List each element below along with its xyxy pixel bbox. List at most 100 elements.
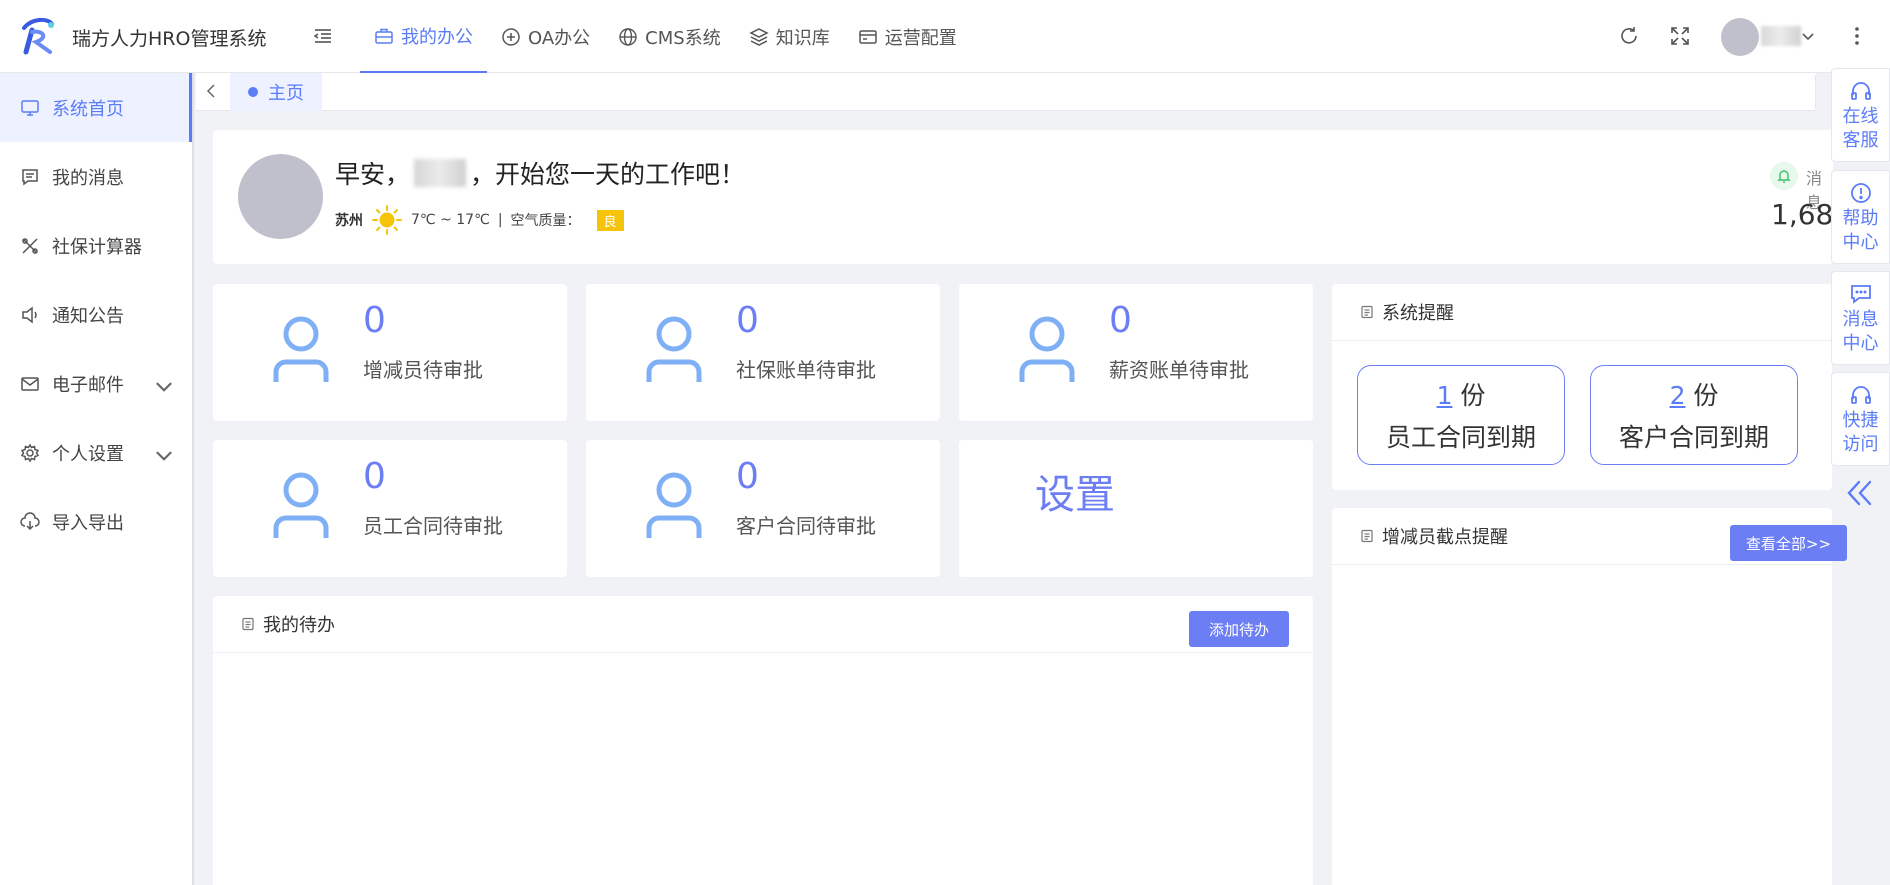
contract-unit: 份 (1460, 381, 1486, 410)
sidebar-item-label: 个人设置 (52, 443, 124, 465)
settings-card[interactable]: 设置 (959, 440, 1313, 577)
float-label-line1: 帮助 (1842, 208, 1879, 229)
mail-icon (21, 376, 39, 391)
refresh-icon[interactable] (1618, 25, 1640, 47)
double-chevron-left-icon[interactable] (1845, 478, 1875, 508)
user-icon (1019, 316, 1075, 382)
app-title: 瑞方人力HRO管理系统 (72, 28, 267, 50)
contract-count: 2 份 (1591, 376, 1797, 412)
user-avatar[interactable] (1721, 18, 1759, 56)
right-float-bar: 在线 客服 帮助 中心 消息 中心 快捷 访问 (1831, 68, 1890, 876)
contract-expiry-employee[interactable]: 1 份 员工合同到期 (1357, 365, 1565, 465)
float-label-line2: 中心 (1842, 232, 1879, 253)
nav-tab-oa[interactable]: OA办公 (487, 0, 604, 73)
weather-info: 苏州 7℃ ~ 17℃ | 空气质量： 良 (335, 204, 624, 236)
tab-divider (1815, 75, 1816, 109)
contract-count-link[interactable]: 1 (1437, 381, 1453, 410)
monitor-icon (21, 99, 39, 116)
stat-label: 增减员待审批 (363, 358, 483, 382)
stat-card-social-bill[interactable]: 0 社保账单待审批 (586, 284, 940, 421)
tab-home[interactable]: 主页 (230, 73, 322, 111)
stat-card-staff-change[interactable]: 0 增减员待审批 (213, 284, 567, 421)
stat-card-salary-bill[interactable]: 0 薪资账单待审批 (959, 284, 1313, 421)
top-header: 瑞方人力HRO管理系统 我的办公 OA办公 CMS系统 知识库 运营配置 (0, 0, 1890, 73)
float-quick-access[interactable]: 快捷 访问 (1831, 372, 1890, 466)
document-icon (242, 617, 254, 631)
nav-tab-my-office[interactable]: 我的办公 (360, 0, 487, 73)
greeting-suffix: ，开始您一天的工作吧！ (470, 160, 746, 189)
chevron-down-icon[interactable] (1800, 28, 1816, 44)
contract-label: 客户合同到期 (1618, 423, 1769, 452)
air-quality-badge: 良 (596, 209, 624, 231)
contract-expiry-customer[interactable]: 2 份 客户合同到期 (1590, 365, 1798, 465)
float-online-service[interactable]: 在线 客服 (1831, 68, 1890, 162)
separator: | (497, 212, 503, 228)
fullscreen-icon[interactable] (1669, 25, 1691, 47)
settings-link[interactable]: 设置 (1035, 462, 1115, 520)
nav-tab-ops-config[interactable]: 运营配置 (844, 0, 971, 73)
stat-card-employee-contract[interactable]: 0 员工合同待审批 (213, 440, 567, 577)
sidebar-item-label: 系统首页 (52, 98, 124, 120)
tab-home-label: 主页 (268, 83, 304, 104)
plus-circle-icon (502, 27, 520, 46)
nav-tab-cms[interactable]: CMS系统 (604, 0, 735, 73)
active-dot-icon (248, 87, 258, 97)
stat-value: 0 (1109, 300, 1132, 341)
sidebar-item-label: 社保计算器 (52, 236, 142, 258)
nav-tab-label: 知识库 (775, 27, 830, 49)
contract-count-link[interactable]: 2 (1670, 381, 1686, 410)
contract-count: 1 份 (1358, 376, 1564, 412)
sidebar-item-social-calculator[interactable]: 社保计算器 (0, 211, 192, 280)
float-label-line2: 中心 (1842, 333, 1879, 354)
welcome-card: 早安， ，开始您一天的工作吧！ 苏州 7℃ ~ 17℃ | 空气质量： 良 消息… (213, 130, 1851, 264)
sidebar-item-notices[interactable]: 通知公告 (0, 280, 192, 349)
air-quality-label: 空气质量： (510, 213, 581, 229)
sidebar-item-import-export[interactable]: 导入导出 (0, 487, 192, 556)
chat-icon (1850, 285, 1871, 304)
stat-value: 0 (363, 300, 386, 341)
bell-icon (1777, 170, 1791, 183)
float-label-line1: 消息 (1842, 309, 1879, 330)
stat-value: 0 (363, 456, 386, 497)
logo-icon[interactable] (18, 16, 58, 56)
view-all-button[interactable]: 查看全部>> (1730, 525, 1847, 561)
stat-label: 薪资账单待审批 (1109, 358, 1249, 382)
add-todo-button[interactable]: 添加待办 (1189, 611, 1289, 647)
float-label-line1: 快捷 (1842, 410, 1879, 431)
nav-tab-knowledge[interactable]: 知识库 (735, 0, 844, 73)
more-vertical-icon[interactable] (1846, 25, 1868, 47)
nav-tab-label: 运营配置 (884, 27, 957, 49)
stat-card-customer-contract[interactable]: 0 客户合同待审批 (586, 440, 940, 577)
chevron-left-icon[interactable] (204, 83, 220, 99)
float-message-center[interactable]: 消息 中心 (1831, 271, 1890, 365)
panel-title: 系统提醒 (1382, 303, 1454, 324)
headset-icon (1850, 82, 1871, 100)
chevron-down-icon (156, 451, 172, 461)
city-name: 苏州 (335, 213, 363, 229)
greeting: 早安， ，开始您一天的工作吧！ (335, 155, 745, 191)
sidebar-item-label: 电子邮件 (52, 374, 124, 396)
sun-icon (372, 205, 402, 235)
stat-label: 客户合同待审批 (736, 514, 876, 538)
document-icon (1361, 305, 1373, 319)
sidebar-item-home[interactable]: 系统首页 (0, 73, 192, 142)
bell-icon-badge[interactable] (1770, 162, 1798, 190)
card-icon (858, 29, 877, 44)
greeting-prefix: 早安， (335, 160, 411, 189)
sidebar-item-email[interactable]: 电子邮件 (0, 349, 192, 418)
temperature: 7℃ ~ 17℃ (411, 212, 490, 228)
user-icon (273, 472, 329, 538)
staff-cutoff-panel: 增减员截点提醒 查看全部>> (1332, 508, 1847, 885)
float-help-center[interactable]: 帮助 中心 (1831, 170, 1890, 264)
sidebar-item-messages[interactable]: 我的消息 (0, 142, 192, 211)
sidebar-item-personal-settings[interactable]: 个人设置 (0, 418, 192, 487)
menu-fold-icon[interactable] (312, 25, 334, 47)
tab-bar: 主页 (196, 73, 1816, 111)
sidebar-item-label: 我的消息 (52, 167, 124, 189)
system-reminder-panel: 系统提醒 1 份 员工合同到期 2 份 客户合同到期 (1332, 284, 1832, 490)
panel-title: 增减员截点提醒 (1382, 527, 1508, 548)
sidebar-item-label: 通知公告 (52, 305, 124, 327)
user-name-blurred[interactable] (1761, 26, 1801, 46)
stat-value: 0 (736, 456, 759, 497)
panel-header: 系统提醒 (1332, 284, 1832, 341)
